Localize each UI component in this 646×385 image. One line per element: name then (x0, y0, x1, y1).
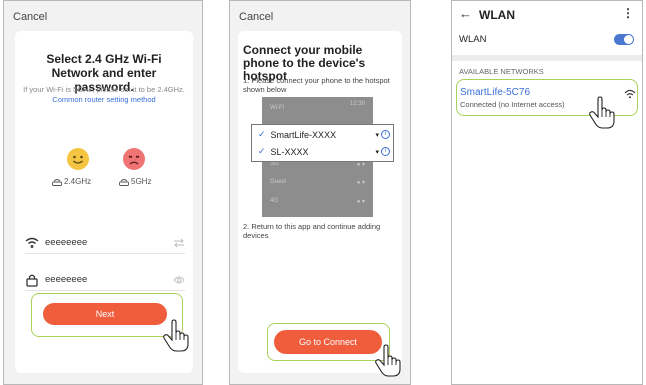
eye-icon[interactable] (173, 275, 185, 285)
go-to-connect-button[interactable]: Go to Connect (274, 330, 382, 354)
router-icon (119, 178, 129, 186)
network-status: Connected (no Internet access) (460, 100, 565, 109)
more-options-icon[interactable]: ⋮ (622, 6, 634, 20)
happy-face-icon (67, 148, 89, 170)
wifi-setup-card: Select 2.4 GHz Wi-Fi Network and enter p… (15, 31, 193, 373)
subtitle: If your Wi-Fi is 5GHz, please set it to … (23, 85, 185, 104)
list-item[interactable]: ✓ SmartLife-XXXX ▾ i (258, 127, 390, 142)
wifi-icon: ▾ (375, 131, 379, 139)
wlan-settings-panel: ← WLAN ⋮ WLAN AVAILABLE NETWORKS SmartLi… (451, 0, 643, 385)
wifi-icon: ▾ (375, 148, 379, 156)
tap-hand-icon (163, 319, 189, 352)
page-title: WLAN (479, 8, 515, 22)
step-1-text: 1. Please connect your phone to the hots… (243, 76, 390, 94)
hotspot-panel: Cancel Connect your mobile phone to the … (229, 0, 411, 385)
hotspot-network-list: ✓ SmartLife-XXXX ▾ i ✓ SL-XXXX ▾ i (251, 124, 394, 162)
band-24ghz: 2.4GHz (52, 177, 91, 186)
lock-wifi-icon: ● ▾ (356, 180, 365, 186)
info-icon[interactable]: i (381, 130, 390, 139)
info-icon[interactable]: i (381, 147, 390, 156)
tap-hand-icon (375, 344, 401, 377)
check-icon: ✓ (258, 146, 266, 156)
list-item[interactable]: ✓ SL-XXXX ▾ i (258, 144, 390, 159)
lock-wifi-icon: ● ▾ (356, 199, 365, 205)
back-arrow-icon[interactable]: ← (459, 6, 472, 21)
sad-face-icon (123, 148, 145, 170)
lock-wifi-icon: ● ▾ (356, 162, 365, 168)
wlan-toggle[interactable] (614, 34, 634, 45)
check-icon: ✓ (258, 129, 266, 139)
tap-hand-icon (589, 96, 615, 129)
network-name[interactable]: SmartLife-5C76 (460, 87, 530, 98)
switch-network-icon[interactable] (173, 238, 185, 248)
wifi-setup-panel: Cancel Select 2.4 GHz Wi-Fi Network and … (3, 0, 203, 385)
wifi-name-field[interactable]: eeeeeeee (25, 232, 185, 254)
next-button[interactable]: Next (43, 303, 167, 325)
wifi-signal-icon (624, 89, 636, 99)
password-field[interactable]: eeeeeeee (25, 269, 185, 291)
phone-row-label: Wi-Fi (270, 105, 284, 111)
wifi-icon (25, 237, 39, 248)
section-header: AVAILABLE NETWORKS (459, 67, 544, 76)
router-setting-link[interactable]: Common router setting method (52, 95, 155, 104)
band-5ghz: 5GHz (119, 177, 151, 186)
divider (452, 55, 642, 61)
step-2-text: 2. Return to this app and continue addin… (243, 222, 381, 240)
cancel-button[interactable]: Cancel (239, 11, 273, 23)
wlan-label: WLAN (459, 34, 487, 45)
phone-row-label: 4G (270, 198, 279, 204)
lock-icon (26, 274, 38, 287)
top-bar: ← WLAN ⋮ (452, 1, 642, 29)
phone-row-label: Guest (270, 179, 287, 185)
router-icon (52, 178, 62, 186)
cancel-button[interactable]: Cancel (13, 11, 47, 23)
phone-status-time: 12:30 (349, 101, 365, 107)
